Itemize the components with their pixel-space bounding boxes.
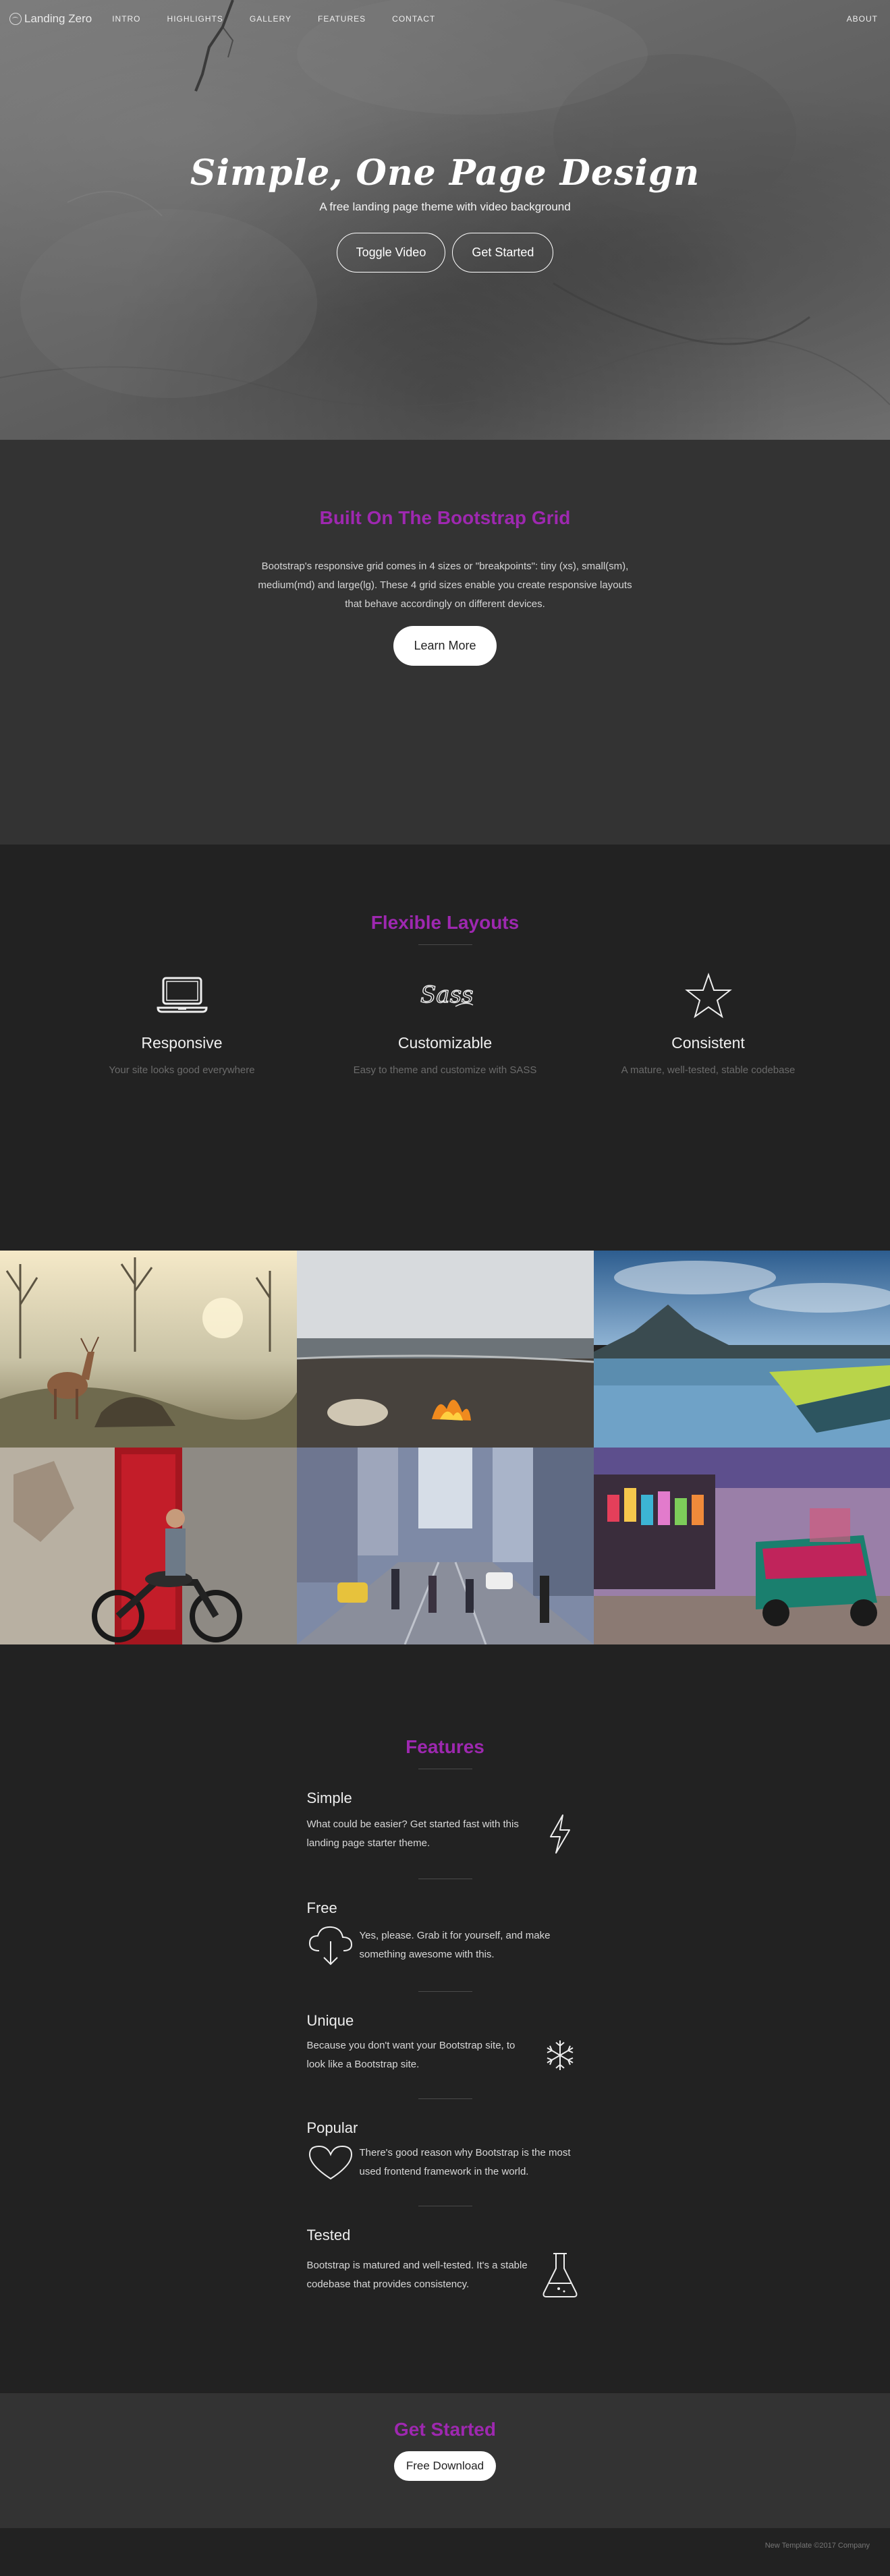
footer-copyright: New Template ©2017 Company — [764, 2542, 870, 2550]
nav-link-contact[interactable]: CONTACT — [392, 14, 435, 24]
get-started-title: Get Started — [394, 2419, 496, 2440]
section-divider — [418, 944, 472, 945]
features-title: Features — [406, 1736, 484, 1757]
layouts-row: Responsive Your site looks good everywhe… — [0, 969, 890, 1076]
rickshaw-photo — [594, 1448, 890, 1644]
layout-item-title: Customizable — [397, 1034, 493, 1052]
intro-text: Bootstrap's responsive grid comes in 4 s… — [258, 561, 632, 610]
hero-section: Simple, One Page Design A free landing p… — [0, 0, 890, 440]
star-icon — [577, 969, 840, 1022]
feature-text: Bootstrap is matured and well-tested. It… — [306, 2260, 528, 2290]
feature-name: Simple — [306, 1790, 352, 1806]
toggle-video-button[interactable]: Toggle Video — [336, 233, 446, 273]
layout-item-title: Consistent — [671, 1034, 745, 1052]
hero-title: Simple, One Page Design — [190, 152, 700, 194]
cloud-download-icon — [307, 1924, 354, 1967]
nav-link-intro[interactable]: INTRO — [112, 14, 140, 24]
gallery-tile-rickshaw[interactable] — [594, 1448, 890, 1644]
layout-item-desc: Your site looks good everywhere — [109, 1064, 255, 1076]
gallery-tile-deer[interactable] — [0, 1251, 297, 1448]
gallery-tile-city[interactable] — [297, 1448, 594, 1644]
feature-text: Yes, please. Grab it for yourself, and m… — [359, 1930, 551, 1960]
layout-item-responsive: Responsive Your site looks good everywhe… — [51, 969, 314, 1076]
get-started-button[interactable]: Get Started — [452, 233, 554, 273]
learn-more-button[interactable]: Learn More — [393, 626, 497, 666]
feature-item-free: Free Yes, please. Grab it for yourself, … — [307, 1879, 584, 1967]
svg-text:Sass: Sass — [420, 981, 473, 1008]
deer-photo — [0, 1251, 297, 1448]
intro-section: Built On The Bootstrap Grid Bootstrap's … — [0, 440, 890, 845]
lake-pier-photo — [594, 1251, 890, 1448]
flask-icon — [536, 2251, 584, 2299]
nav-link-about[interactable]: ABOUT — [847, 14, 878, 24]
navbar: Landing Zero INTRO HIGHLIGHTS GALLERY FE… — [0, 0, 890, 38]
beach-fire-photo — [297, 1251, 594, 1448]
layouts-title: Flexible Layouts — [370, 912, 520, 933]
features-list: Simple What could be easier? Get started… — [307, 1769, 584, 2299]
snowflake-icon — [536, 2038, 584, 2072]
intro-title: Built On The Bootstrap Grid — [319, 507, 571, 528]
layouts-section: Flexible Layouts Responsive Your site lo… — [0, 845, 890, 1251]
brand-link[interactable]: Landing Zero — [9, 12, 92, 26]
city-street-photo — [297, 1448, 594, 1644]
hero-subtitle: A free landing page theme with video bac… — [319, 200, 571, 214]
nav-link-gallery[interactable]: GALLERY — [250, 14, 291, 24]
feature-text: Because you don't want your Bootstrap si… — [306, 2040, 516, 2070]
feature-item-unique: Unique Because you don't want your Boots… — [307, 1992, 584, 2074]
brand-logo-icon — [9, 13, 22, 25]
layout-item-desc: Easy to theme and customize with SASS — [353, 1064, 537, 1076]
feature-item-simple: Simple What could be easier? Get started… — [307, 1769, 584, 1854]
feature-name: Free — [306, 1899, 337, 1916]
feature-name: Unique — [306, 2012, 354, 2029]
sass-logo-icon: Sass — [314, 969, 577, 1022]
footer: New Template ©2017 Company — [0, 2528, 890, 2563]
nav-links: INTRO HIGHLIGHTS GALLERY FEATURES CONTAC… — [112, 14, 462, 24]
nav-link-highlights[interactable]: HIGHLIGHTS — [167, 14, 223, 24]
free-download-button[interactable]: Free Download — [393, 2451, 497, 2481]
laptop-icon — [51, 969, 314, 1022]
nav-link-features[interactable]: FEATURES — [318, 14, 366, 24]
heart-icon — [307, 2144, 354, 2181]
hero-buttons: Toggle Video Get Started — [0, 233, 890, 273]
get-started-section: Get Started Free Download — [0, 2393, 890, 2528]
lightning-icon — [536, 1814, 584, 1854]
layout-item-desc: A mature, well-tested, stable codebase — [621, 1064, 796, 1076]
gallery-tile-motorcycle[interactable] — [0, 1448, 297, 1644]
layout-item-title: Responsive — [141, 1034, 223, 1052]
motorcycle-photo — [0, 1448, 297, 1644]
layout-item-consistent: Consistent A mature, well-tested, stable… — [577, 969, 840, 1076]
feature-text: There's good reason why Bootstrap is the… — [359, 2147, 571, 2177]
feature-item-tested: Tested Bootstrap is matured and well-tes… — [307, 2206, 584, 2299]
features-section: Features Simple What could be easier? Ge… — [0, 1644, 890, 2393]
gallery-tile-lake[interactable] — [594, 1251, 890, 1448]
hero-content: Simple, One Page Design A free landing p… — [0, 154, 890, 273]
feature-name: Tested — [306, 2227, 351, 2243]
feature-text: What could be easier? Get started fast w… — [306, 1819, 519, 1849]
gallery-tile-beach-fire[interactable] — [297, 1251, 594, 1448]
brand-name: Landing Zero — [24, 12, 92, 25]
feature-name: Popular — [306, 2119, 358, 2136]
gallery-section — [0, 1251, 890, 1644]
layout-item-customizable: Sass Customizable Easy to theme and cust… — [314, 969, 577, 1076]
feature-item-popular: Popular There's good reason why Bootstra… — [307, 2099, 584, 2181]
